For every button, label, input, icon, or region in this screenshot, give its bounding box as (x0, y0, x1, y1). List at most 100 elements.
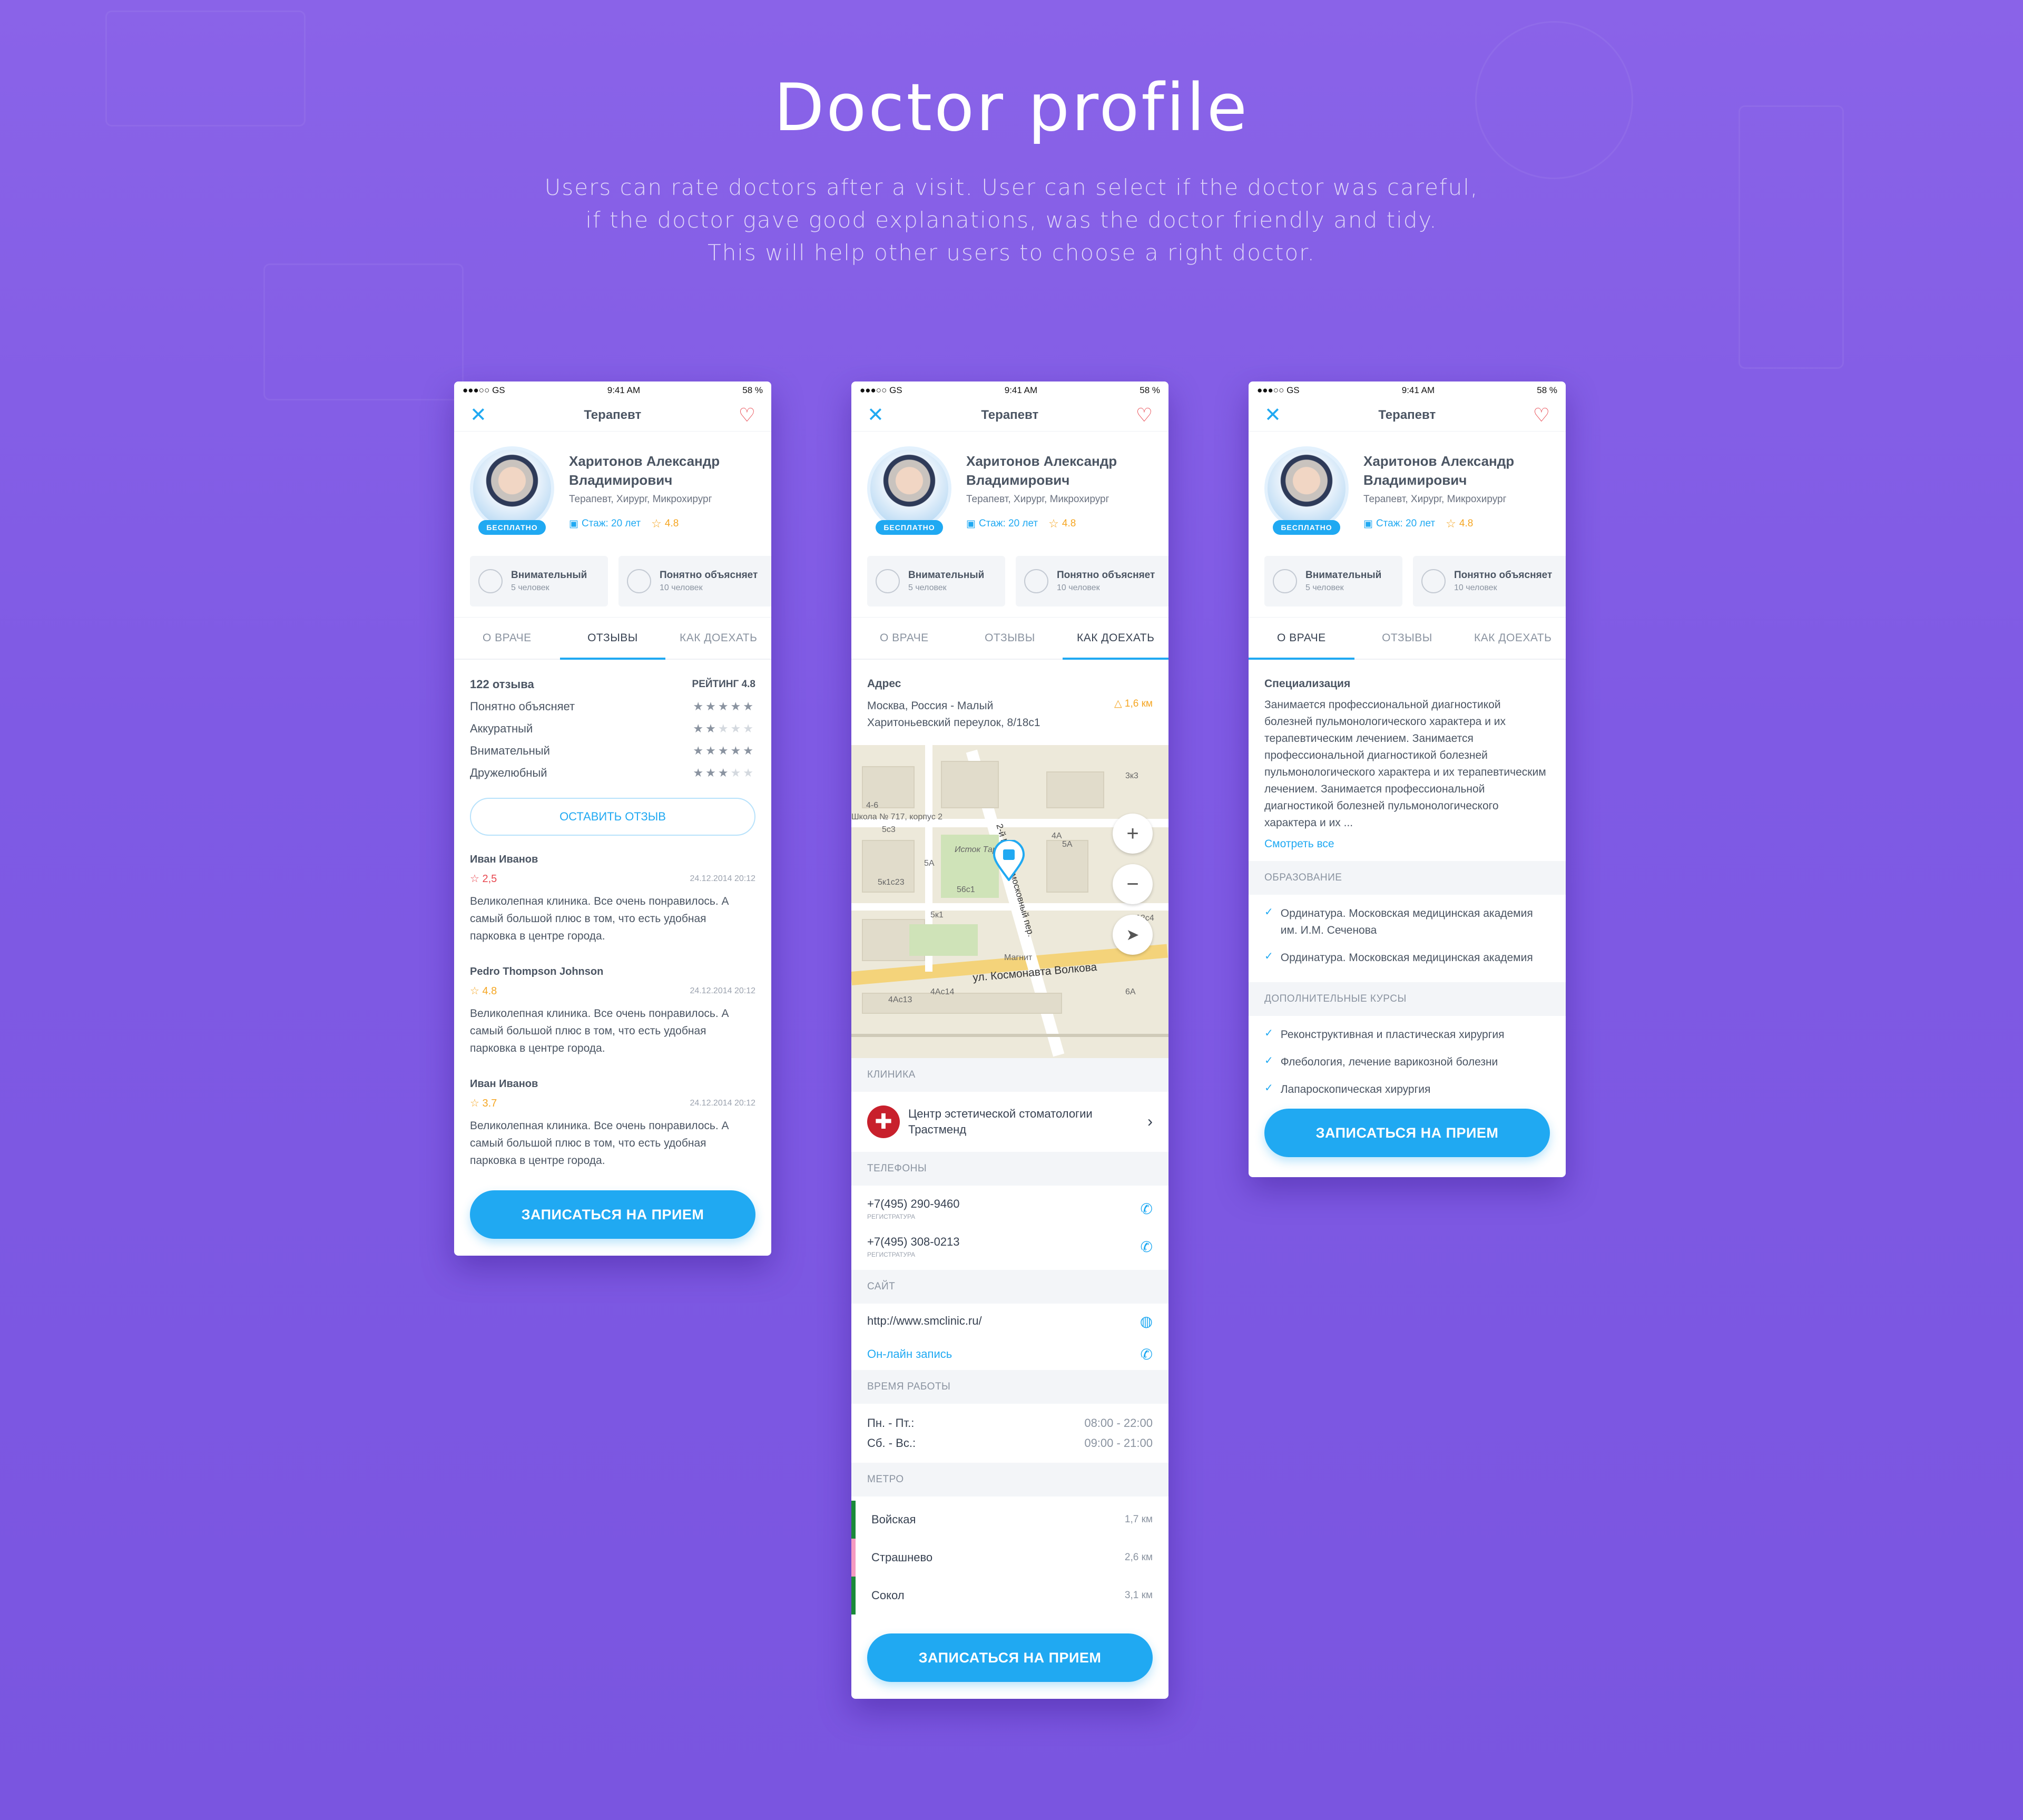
tab-route[interactable]: КАК ДОЕХАТЬ (665, 618, 771, 659)
education-item: ✓ Ординатура. Московская медицинская ака… (1264, 950, 1550, 966)
feature-title: Понятно объясняет (1454, 570, 1553, 581)
tab-reviews[interactable]: ОТЗЫВЫ (559, 618, 666, 660)
nav-bar: ✕ Терапевт ♡ (851, 399, 1168, 431)
see-all-link[interactable]: Смотреть все (1264, 838, 1550, 850)
leave-review-button[interactable]: ОСТАВИТЬ ОТЗЫВ (470, 798, 755, 836)
experience: Стаж: 20 лет (978, 518, 1038, 529)
zoom-out-button[interactable]: − (1113, 864, 1153, 904)
doctor-profile-header: БЕСПЛАТНО Харитонов Александр Владимиров… (851, 431, 1168, 545)
address-block: Адрес Москва, Россия - Малый Харитоньевс… (851, 660, 1168, 745)
battery-indicator: 58 % (1140, 385, 1160, 395)
online-booking-link[interactable]: Он-лайн запись (867, 1347, 952, 1361)
hours-list: Пн. - Пт.: 08:00 - 22:00 Сб. - Вс.: 09:0… (851, 1404, 1168, 1463)
heart-icon[interactable]: ♡ (739, 406, 755, 425)
courses-section-header: ДОПОЛНИТЕЛЬНЫЕ КУРСЫ (1249, 982, 1566, 1016)
feature-count: 10 человек (1057, 583, 1100, 592)
phone-icon[interactable]: ✆ (1141, 1346, 1153, 1363)
phone-icon[interactable]: ✆ (1141, 1200, 1153, 1218)
online-booking-row[interactable]: Он-лайн запись ✆ (851, 1338, 1168, 1370)
map-view[interactable]: ул. Космонавта Волкова 2-й Новоподмосков… (851, 745, 1168, 1058)
star-icon: ☆ (1446, 517, 1456, 530)
check-icon: ✓ (1264, 951, 1273, 962)
feature-chip-attentive[interactable]: Внимательный 5 человек (1264, 556, 1402, 606)
doctor-name-line: Владимирович (1363, 472, 1467, 488)
clinic-name-line: Центр эстетической стоматологии (908, 1107, 1093, 1120)
hours-days: Сб. - Вс.: (867, 1436, 916, 1450)
certificate-icon: ▣ (1363, 518, 1373, 530)
criterion-row: Аккуратный ★★★★★ (470, 718, 755, 740)
doctor-info: Харитонов Александр Владимирович Терапев… (1363, 446, 1514, 535)
phone-info: +7(495) 308-0213 РЕГИСТРАТУРА (867, 1235, 960, 1258)
site-url[interactable]: http://www.smclinic.ru/ (867, 1314, 982, 1328)
close-icon[interactable]: ✕ (470, 405, 487, 425)
tab-about[interactable]: О ВРАЧЕ (454, 618, 560, 659)
background-decoration (263, 263, 464, 400)
status-bar: ●●●○○ GS 9:41 AM 58 % (851, 381, 1168, 399)
book-appointment-button[interactable]: ЗАПИСАТЬСЯ НА ПРИЕМ (1264, 1109, 1550, 1157)
review-date: 24.12.2014 20:12 (690, 986, 755, 995)
heart-icon[interactable]: ♡ (1533, 406, 1550, 425)
globe-icon[interactable]: ◍ (1140, 1313, 1153, 1330)
close-icon[interactable]: ✕ (867, 405, 884, 425)
metro-row[interactable]: Страшнево 2,6 км (851, 1539, 1168, 1577)
doctor-specialties: Терапевт, Хирург, Микрохирург (966, 494, 1109, 505)
feature-chip-attentive[interactable]: Внимательный 5 человек (867, 556, 1005, 606)
map-label: 4Ас13 (888, 995, 912, 1004)
feature-chip-explains[interactable]: Понятно объясняет 10 человек (618, 556, 771, 606)
criterion-row: Внимательный ★★★★★ (470, 740, 755, 762)
doctor-meta: ▣ Стаж: 20 лет ☆ 4.8 (1363, 517, 1514, 531)
clinic-row[interactable]: ✚ Центр эстетической стоматологии Трастм… (851, 1092, 1168, 1152)
phone-row[interactable]: +7(495) 290-9460 РЕГИСТРАТУРА ✆ (851, 1190, 1168, 1228)
doctor-name-line: Харитонов Александр (569, 453, 720, 469)
site-row[interactable]: http://www.smclinic.ru/ ◍ (851, 1304, 1168, 1338)
education-text: Ординатура. Московская медицинская акаде… (1280, 907, 1533, 936)
address-text: Москва, Россия - Малый Харитоньевский пе… (867, 698, 1040, 731)
tab-route[interactable]: КАК ДОЕХАТЬ (1460, 618, 1566, 659)
book-appointment-button[interactable]: ЗАПИСАТЬСЯ НА ПРИЕМ (867, 1633, 1153, 1682)
feature-count: 5 человек (511, 583, 549, 592)
phone-label: РЕГИСТРАТУРА (867, 1213, 916, 1220)
star-icon: ☆ (470, 985, 479, 997)
feature-chip-explains[interactable]: Понятно объясняет 10 человек (1413, 556, 1566, 606)
close-icon[interactable]: ✕ (1264, 405, 1281, 425)
map-label: 3к3 (1125, 771, 1138, 780)
zoom-in-button[interactable]: + (1113, 814, 1153, 854)
book-appointment-button[interactable]: ЗАПИСАТЬСЯ НА ПРИЕМ (470, 1190, 755, 1239)
map-park (909, 924, 978, 956)
heart-icon[interactable]: ♡ (1136, 406, 1153, 425)
nav-bar: ✕ Терапевт ♡ (454, 399, 771, 431)
tab-reviews[interactable]: ОТЗЫВЫ (957, 618, 1063, 659)
certificate-icon: ▣ (966, 518, 976, 530)
phone-row[interactable]: +7(495) 308-0213 РЕГИСТРАТУРА ✆ (851, 1228, 1168, 1266)
feature-title: Внимательный (1305, 570, 1382, 581)
feature-title: Внимательный (511, 570, 587, 581)
clinic-name-line: Трастменд (908, 1123, 967, 1136)
feature-chip-explains[interactable]: Понятно объясняет 10 человек (1016, 556, 1168, 606)
phone-icon[interactable]: ✆ (1141, 1238, 1153, 1256)
feature-count: 5 человек (908, 583, 947, 592)
nav-title: Терапевт (584, 408, 642, 422)
chat-bubbles-icon (627, 569, 651, 593)
map-pin-icon[interactable] (993, 840, 1025, 881)
tab-route[interactable]: КАК ДОЕХАТЬ (1063, 618, 1168, 660)
feature-chip-attentive[interactable]: Внимательный 5 человек (470, 556, 608, 606)
feature-count: 10 человек (660, 583, 703, 592)
feature-chips: Внимательный 5 человек Понятно объясняет… (851, 545, 1168, 618)
hours-section-header: ВРЕМЯ РАБОТЫ (851, 1370, 1168, 1404)
metro-row[interactable]: Войская 1,7 км (851, 1501, 1168, 1539)
map-label: 4А (1052, 831, 1062, 840)
metro-row[interactable]: Сокол 3,1 км (851, 1577, 1168, 1614)
tab-about[interactable]: О ВРАЧЕ (1249, 618, 1354, 660)
reviewer-name: Иван Иванов (470, 854, 538, 865)
doctor-profile-header: БЕСПЛАТНО Харитонов Александр Владимиров… (1249, 431, 1566, 545)
tab-about[interactable]: О ВРАЧЕ (851, 618, 957, 659)
review-meta: ☆ 2,5 24.12.2014 20:12 (470, 872, 755, 885)
status-time: 9:41 AM (1401, 385, 1435, 395)
locate-me-button[interactable]: ➤ (1113, 915, 1153, 955)
status-time: 9:41 AM (1004, 385, 1038, 395)
description-line: Users can rate doctors after a visit. Us… (544, 174, 1479, 200)
tab-bar: О ВРАЧЕ ОТЗЫВЫ КАК ДОЕХАТЬ (454, 618, 771, 660)
tab-reviews[interactable]: ОТЗЫВЫ (1354, 618, 1460, 659)
metro-section-header: МЕТРО (851, 1463, 1168, 1496)
address-line: Харитоньевский переулок, 8/18с1 (867, 717, 1040, 729)
